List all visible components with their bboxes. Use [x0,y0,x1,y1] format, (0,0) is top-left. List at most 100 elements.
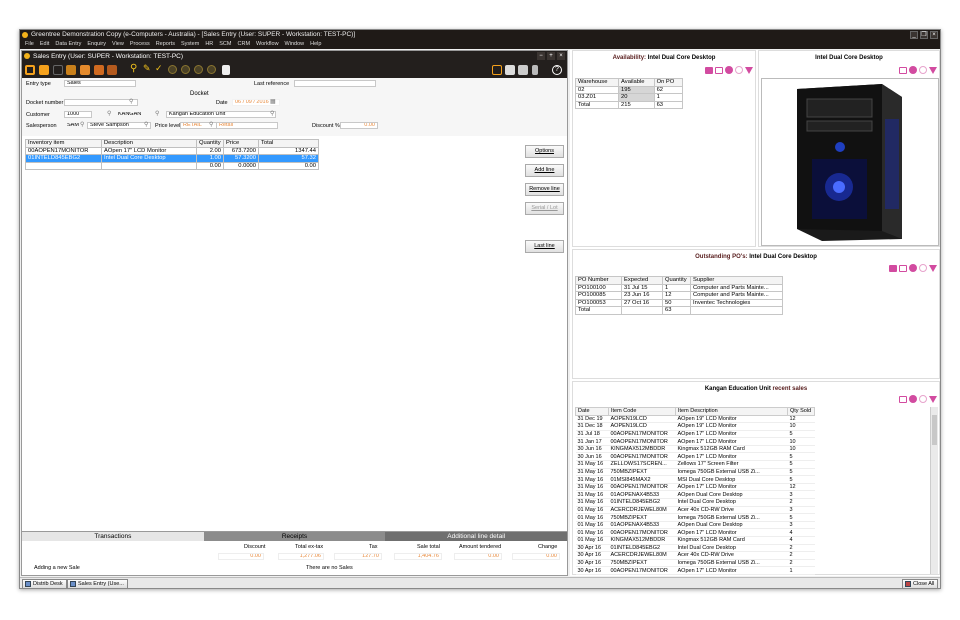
col-item-code[interactable]: Item Code [608,407,676,416]
table-row[interactable]: 30 Jun 16 00AOPEN17MONITOR AOpen 17" LCD M… [575,452,815,462]
recent-sales-scrollbar[interactable] [930,407,938,574]
col-total[interactable]: Total [258,139,319,148]
check-icon[interactable]: ✓ [155,63,163,74]
last-reference-field[interactable] [294,80,376,87]
col-warehouse[interactable]: Warehouse [574,78,620,87]
col-expected[interactable]: Expected [621,276,663,285]
distrib-desk-button[interactable]: Distrib Desk [22,579,67,588]
table-row[interactable]: Total 63 [575,306,783,315]
price-level-code-field[interactable]: RETAIL [180,122,220,129]
search-icon[interactable]: ⚲ [129,98,133,105]
docket-number-field[interactable] [64,99,138,106]
last-record-icon[interactable] [207,65,216,74]
dropdown-icon[interactable] [929,395,937,403]
salesperson-code-field[interactable]: SAMF [64,122,80,129]
table-row[interactable]: 31 Jul 18 00AOPEN17MONITOR AOpen 17" LCD M… [575,430,815,439]
table-row[interactable]: PO100085 23 Jun 16 12 Computer and Parts Ma… [575,291,783,300]
table-row[interactable]: 30 Apr 16 ACERCDRJEWEL80M Acer 40x CD-RW D… [575,551,815,560]
search-icon[interactable]: ⚲ [209,121,213,128]
search-icon[interactable]: ⚲ [144,121,148,128]
table-row[interactable]: 0.00 0.0000 0.00 [25,161,319,170]
menu-workflow[interactable]: Workflow [253,40,282,49]
filter-icon[interactable] [705,66,713,74]
table-row[interactable]: 01 May 16 ACERCDRJEWEL80M Acer 40x CD-RW D… [575,506,815,515]
export-icon[interactable] [899,264,907,272]
key-icon[interactable]: ✎ [143,63,151,74]
attach-icon[interactable] [518,65,528,75]
table-row[interactable]: PO100100 31 Jul 15 1 Computer and Parts Mai… [575,283,783,292]
cell-price[interactable]: 673.7200 [223,146,259,155]
next-icon[interactable] [919,66,927,74]
table-row[interactable]: 31 May 16 750MBZIPEXT Iomega 750GB Externa… [575,468,815,477]
export-icon[interactable] [715,66,723,74]
col-supplier[interactable]: Supplier [690,276,783,285]
tab-receipts[interactable]: Receipts [203,531,386,541]
col-qty-sold[interactable]: Qty Sold [787,407,815,416]
add-line-button[interactable]: Add line [525,164,564,177]
table-row[interactable]: 30 Apr 16 00AOPEN17MONITOR AOpen 17" LCD M… [575,566,815,575]
table-row[interactable]: 31 Jan 17 00AOPEN17MONITOR AOpen 17" LCD M… [575,437,815,446]
previous-icon[interactable] [909,66,917,74]
table-row[interactable]: 31 Dec 19 AOPEN19LCD AOpen 19" LCD Monitor… [575,415,815,424]
cell-description[interactable]: AOpen 17" LCD Monitor [101,146,197,155]
child-close-button[interactable]: × [557,52,565,60]
table-row[interactable]: 02 195 62 [574,85,684,94]
dropdown-icon[interactable] [745,66,753,74]
table-row[interactable]: 31 Dec 18 AOPEN19LCD AOpen 19" LCD Monitor… [575,422,815,431]
next-icon[interactable] [919,395,927,403]
dropdown-icon[interactable] [929,264,937,272]
menu-crm[interactable]: CRM [235,40,254,49]
col-po-number[interactable]: PO Number [575,276,622,285]
menu-reports[interactable]: Reports [153,40,178,49]
col-quantity[interactable]: Quantity [662,276,691,285]
menu-data-entry[interactable]: Data Entry [52,40,84,49]
search-icon[interactable]: ⚲ [80,121,84,128]
calendar-icon[interactable]: ▦ [270,98,276,105]
search-icon[interactable]: ⚲ [130,63,137,74]
previous-icon[interactable] [909,395,917,403]
col-on-po[interactable]: On PO [653,78,684,87]
sales-entry-task-button[interactable]: Sales Entry (Use... [67,579,128,588]
menu-enquiry[interactable]: Enquiry [84,40,109,49]
menu-process[interactable]: Process [127,40,153,49]
customer-id-field[interactable]: 1000 [64,111,92,118]
child-minimize-button[interactable]: − [537,52,545,60]
table-row[interactable]: 31 May 16 ZELLOWS17SCREN... Zellows 17" Sc… [575,460,815,469]
menu-view[interactable]: View [109,40,127,49]
ship-icon[interactable] [94,65,104,75]
cell-price[interactable]: 0.0000 [223,161,259,170]
cell-description[interactable] [101,161,197,170]
cell-quantity[interactable]: 2.00 [196,146,224,155]
export-icon[interactable] [899,66,907,74]
customer-name-field[interactable]: Kangan Education Unit [166,111,276,118]
remove-line-button[interactable]: Remove line [525,183,564,196]
table-row[interactable]: PO100053 27 Oct 16 50 Inventec Technologies [575,298,783,307]
menu-scm[interactable]: SCM [216,40,234,49]
cell-description[interactable]: Intel Dual Core Desktop [101,154,197,163]
next-icon[interactable] [735,66,743,74]
table-row[interactable]: 30 Apr 16 01INTELD845EBG2 Intel Dual Core … [575,544,815,553]
menu-edit[interactable]: Edit [37,40,52,49]
next-icon[interactable] [919,264,927,272]
cell-item[interactable]: 00AOPEN17MONITOR [25,146,102,155]
export-icon[interactable] [899,395,907,403]
menu-hr[interactable]: HR [202,40,216,49]
col-price[interactable]: Price [223,139,259,148]
col-date[interactable]: Date [575,407,609,416]
col-description[interactable]: Description [101,139,197,148]
last-line-button[interactable]: Last line [525,240,564,253]
search-icon[interactable]: ⚲ [270,110,274,117]
entry-type-select[interactable]: Sales [64,80,136,87]
document-icon[interactable] [505,65,515,75]
table-row[interactable]: 01 May 16 KINGMAX512MBDDR Kingmax 512GB RA… [575,536,815,545]
menu-help[interactable]: Help [307,40,324,49]
scrollbar-thumb[interactable] [932,415,937,445]
table-row[interactable]: 30 Jun 16 KINGMAX512MBDDR Kingmax 512GB RA… [575,445,815,454]
filter-icon[interactable] [889,264,897,272]
table-row[interactable]: 31 May 16 01AOPENAX4B533 AOpen Dual Core D… [575,490,815,500]
table-row[interactable]: 31 May 16 01INTELD845EBG2 Intel Dual Core … [575,498,815,507]
tab-additional-line-detail[interactable]: Additional line detail [385,531,568,541]
help-icon[interactable]: ? [552,65,562,75]
next-icon[interactable] [492,65,502,75]
table-row[interactable]: 31 May 16 01MSI845MAX2 MSI Dual Core Deskt… [575,475,815,484]
